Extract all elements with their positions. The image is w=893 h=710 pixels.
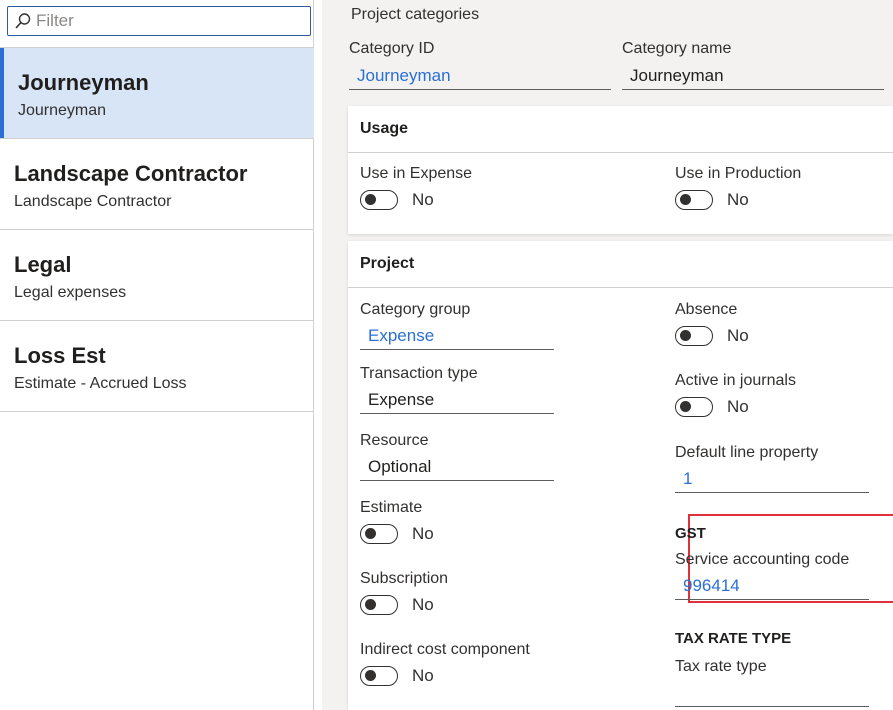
tax-rate-type-select[interactable] (675, 679, 869, 707)
indirect-cost-value: No (412, 666, 434, 685)
indirect-cost-toggle[interactable] (360, 666, 398, 686)
tax-rate-type-field: Tax rate type (675, 658, 869, 707)
subscription-field: Subscription No (360, 570, 448, 615)
active-in-journals-toggle[interactable] (675, 397, 713, 417)
active-in-journals-label: Active in journals (675, 372, 796, 389)
absence-toggle[interactable] (675, 326, 713, 346)
use-in-production-label: Use in Production (675, 165, 802, 182)
detail-pane: Project categories Category ID Journeyma… (322, 0, 893, 710)
absence-label: Absence (675, 301, 738, 318)
default-line-property-label: Default line property (675, 444, 819, 461)
transaction-type-field: Transaction type Expense (360, 365, 554, 414)
category-id-label: Category ID (349, 40, 435, 57)
use-in-expense-value: No (412, 190, 434, 209)
active-in-journals-field: Active in journals No (675, 372, 796, 417)
service-accounting-code-label: Service accounting code (675, 551, 850, 568)
list-item-legal[interactable]: Legal Legal expenses (0, 230, 314, 321)
absence-value: No (727, 326, 749, 345)
indirect-cost-field: Indirect cost component No (360, 641, 530, 686)
category-group-label: Category group (360, 301, 471, 318)
list-item-title: Landscape Contractor (14, 161, 248, 186)
list-item-subtitle: Estimate - Accrued Loss (14, 375, 187, 392)
use-in-expense-label: Use in Expense (360, 165, 473, 182)
search-icon (15, 13, 31, 29)
use-in-expense-field: Use in Expense No (360, 165, 472, 210)
usage-section-header[interactable]: Usage (348, 106, 893, 153)
default-line-property-field: Default line property 1 (675, 444, 869, 493)
list-item-loss-est[interactable]: Loss Est Estimate - Accrued Loss (0, 321, 314, 412)
list-item-subtitle: Landscape Contractor (14, 193, 172, 210)
subscription-value: No (412, 595, 434, 614)
estimate-field: Estimate No (360, 499, 434, 544)
list-item-title: Legal (14, 252, 72, 277)
category-name-field: Category name Journeyman (622, 40, 884, 90)
category-group-value[interactable]: Expense (360, 322, 554, 350)
page-title: Project categories (351, 6, 480, 23)
default-line-property-value[interactable]: 1 (675, 465, 869, 493)
indirect-cost-label: Indirect cost component (360, 641, 530, 658)
category-name-label: Category name (622, 40, 732, 57)
active-in-journals-value: No (727, 397, 749, 416)
resource-select[interactable]: Optional (360, 453, 554, 481)
category-group-field: Category group Expense (360, 301, 554, 350)
estimate-toggle[interactable] (360, 524, 398, 544)
tax-rate-type-label: Tax rate type (675, 658, 767, 675)
tax-rate-type-caption: TAX RATE TYPE (675, 630, 792, 647)
use-in-production-value: No (727, 190, 749, 209)
category-id-value[interactable]: Journeyman (349, 62, 611, 90)
absence-field: Absence No (675, 301, 749, 346)
resource-label: Resource (360, 432, 429, 449)
estimate-label: Estimate (360, 499, 423, 516)
service-accounting-code-field: Service accounting code 996414 (675, 551, 869, 600)
filter-box[interactable] (7, 6, 311, 36)
subscription-label: Subscription (360, 570, 449, 587)
category-name-input[interactable]: Journeyman (622, 62, 884, 90)
gst-caption: GST (675, 525, 706, 542)
usage-card: Usage Use in Expense No Use in Productio… (348, 106, 893, 234)
use-in-expense-toggle[interactable] (360, 190, 398, 210)
list-item-subtitle: Journeyman (18, 102, 107, 119)
use-in-production-toggle[interactable] (675, 190, 713, 210)
category-id-field: Category ID Journeyman (349, 40, 611, 90)
list-item-subtitle: Legal expenses (14, 284, 127, 301)
service-accounting-code-value[interactable]: 996414 (675, 572, 869, 600)
category-list-pane: Journeyman Journeyman Landscape Contract… (0, 0, 314, 710)
project-card: Project Category group Expense Transacti… (348, 241, 893, 710)
use-in-production-field: Use in Production No (675, 165, 801, 210)
category-list: Journeyman Journeyman Landscape Contract… (0, 47, 314, 412)
list-item-journeyman[interactable]: Journeyman Journeyman (0, 48, 314, 139)
transaction-type-label: Transaction type (360, 365, 478, 382)
list-item-title: Journeyman (18, 70, 149, 95)
project-section-header[interactable]: Project (348, 241, 893, 288)
resource-field: Resource Optional (360, 432, 554, 481)
subscription-toggle[interactable] (360, 595, 398, 615)
list-item-landscape-contractor[interactable]: Landscape Contractor Landscape Contracto… (0, 139, 314, 230)
filter-input[interactable] (36, 10, 304, 32)
transaction-type-select[interactable]: Expense (360, 386, 554, 414)
estimate-value: No (412, 524, 434, 543)
list-item-title: Loss Est (14, 343, 106, 368)
